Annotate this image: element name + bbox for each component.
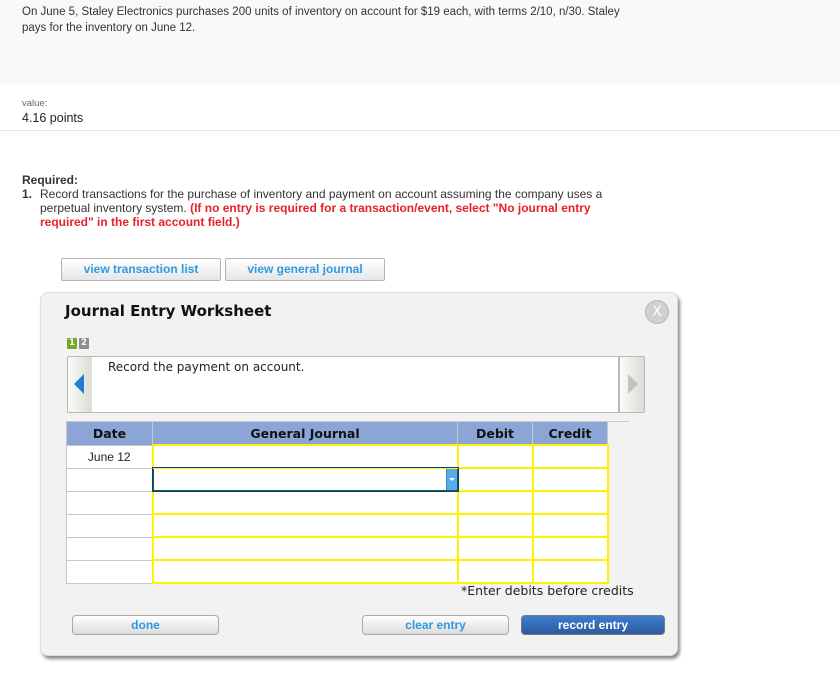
credit-field[interactable] xyxy=(531,513,609,538)
table-row: June 12 xyxy=(66,444,609,469)
previous-arrow-icon[interactable] xyxy=(67,356,93,413)
required-item-body: Record transactions for the purchase of … xyxy=(40,187,622,229)
question-panel: On June 5, Staley Electronics purchases … xyxy=(0,0,840,84)
header-debit: Debit xyxy=(457,421,533,446)
next-arrow-icon[interactable] xyxy=(619,356,645,413)
view-general-journal-button[interactable]: view general journal xyxy=(225,258,385,281)
table-row xyxy=(66,559,609,584)
table-row xyxy=(66,467,609,492)
divider xyxy=(0,130,840,131)
account-field[interactable] xyxy=(151,444,459,469)
table-row xyxy=(66,536,609,561)
account-field[interactable] xyxy=(151,559,459,584)
required-item: 1. Record transactions for the purchase … xyxy=(22,187,622,229)
account-field[interactable] xyxy=(151,513,459,538)
clear-entry-button[interactable]: clear entry xyxy=(362,615,509,635)
debit-field[interactable] xyxy=(456,536,534,561)
close-icon[interactable]: X xyxy=(645,300,669,324)
step-indicator: 1 2 xyxy=(67,338,89,349)
header-date: Date xyxy=(66,421,153,446)
view-transaction-list-button[interactable]: view transaction list xyxy=(61,258,221,281)
table-row xyxy=(66,513,609,538)
header-credit: Credit xyxy=(532,421,608,446)
debit-field[interactable] xyxy=(456,444,534,469)
credit-field[interactable] xyxy=(531,444,609,469)
done-button[interactable]: done xyxy=(72,615,219,635)
credit-field[interactable] xyxy=(531,490,609,515)
account-field[interactable] xyxy=(151,536,459,561)
required-heading: Required: xyxy=(22,173,79,187)
date-cell xyxy=(66,467,153,492)
table-header-row: Date General Journal Debit Credit xyxy=(66,421,608,446)
step-2[interactable]: 2 xyxy=(79,338,89,349)
account-field[interactable] xyxy=(151,490,459,515)
transaction-description: Record the payment on account. xyxy=(92,356,619,413)
step-1[interactable]: 1 xyxy=(67,338,77,349)
question-text: On June 5, Staley Electronics purchases … xyxy=(22,6,620,34)
journal-entry-worksheet: Journal Entry Worksheet X 1 2 Record the… xyxy=(40,292,678,656)
debit-field[interactable] xyxy=(456,513,534,538)
required-section: Required: 1. Record transactions for the… xyxy=(22,173,622,229)
value-points: 4.16 points xyxy=(22,111,84,125)
date-cell xyxy=(66,559,153,584)
date-cell xyxy=(66,536,153,561)
table-divider xyxy=(605,421,629,422)
worksheet-title: Journal Entry Worksheet xyxy=(65,302,272,320)
required-item-number: 1. xyxy=(22,187,33,201)
debits-before-credits-hint: *Enter debits before credits xyxy=(461,583,634,598)
header-general-journal: General Journal xyxy=(152,421,458,446)
debit-field[interactable] xyxy=(456,559,534,584)
table-row xyxy=(66,490,609,515)
debit-field[interactable] xyxy=(456,467,534,492)
record-entry-button[interactable]: record entry xyxy=(521,615,665,635)
value-block: value: 4.16 points xyxy=(22,98,83,125)
date-cell: June 12 xyxy=(66,444,153,469)
credit-field[interactable] xyxy=(531,536,609,561)
debit-field[interactable] xyxy=(456,490,534,515)
value-label: value: xyxy=(22,98,48,109)
credit-field[interactable] xyxy=(531,559,609,584)
date-cell xyxy=(66,490,153,515)
date-cell xyxy=(66,513,153,538)
transaction-description-text: Record the payment on account. xyxy=(108,360,305,374)
chevron-down-icon[interactable] xyxy=(445,469,457,490)
account-dropdown[interactable] xyxy=(151,467,459,492)
journal-table: Date General Journal Debit Credit June 1… xyxy=(66,421,609,584)
credit-field[interactable] xyxy=(531,467,609,492)
